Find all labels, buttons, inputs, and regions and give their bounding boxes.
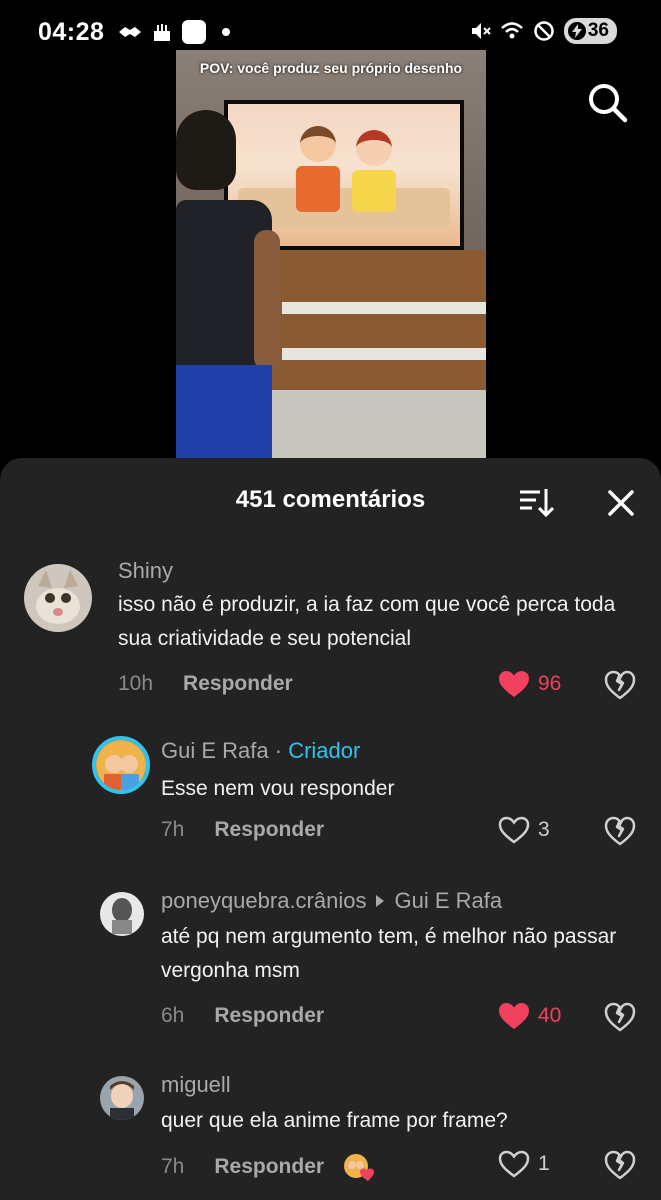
dislike-button[interactable]	[604, 1002, 636, 1032]
comment-username[interactable]: miguell	[161, 1072, 231, 1098]
sort-button[interactable]	[518, 486, 555, 518]
like-count: 40	[538, 1004, 562, 1027]
reply-arrow-icon	[376, 895, 385, 908]
comment-item: Gui E Rafa · Criador Esse nem vou respon…	[0, 722, 661, 852]
video-caption: POV: você produz seu próprio desenho	[199, 60, 463, 76]
like-button[interactable]: 3	[498, 816, 550, 844]
like-count: 3	[538, 818, 550, 841]
comment-username[interactable]: Gui E Rafa	[161, 738, 269, 763]
comment-text: até pq nem argumento tem, é melhor não p…	[161, 925, 617, 982]
avatar[interactable]	[24, 564, 92, 632]
status-time: 04:28	[38, 17, 105, 46]
comment-text: quer que ela anime frame por frame?	[161, 1109, 508, 1132]
tv-cabinet	[272, 250, 486, 400]
heart-outline-icon	[498, 816, 530, 844]
comment-item: poneyquebra.crânios Gui E Rafa até pq nem…	[0, 870, 661, 1040]
dislike-button[interactable]	[604, 816, 636, 846]
like-button[interactable]: 96	[498, 670, 561, 698]
avatar[interactable]	[92, 736, 150, 794]
system-icons: 36	[468, 18, 617, 44]
dislike-button[interactable]	[604, 1150, 636, 1180]
comment-time: 7h	[161, 818, 185, 841]
comment-username[interactable]: poneyquebra.crânios	[161, 888, 366, 913]
heart-filled-icon	[499, 1003, 529, 1029]
sort-icon	[520, 489, 555, 518]
like-count: 96	[538, 672, 562, 695]
handshake-icon	[118, 20, 142, 44]
comment-time: 6h	[161, 1004, 185, 1027]
child-figure	[176, 110, 286, 460]
mute-icon	[468, 19, 492, 43]
comment-meta: 10h Responder	[118, 672, 293, 696]
comment-item: Shiny isso não é produzir, a ia faz com …	[0, 542, 661, 712]
comment-meta: 7h Responder	[161, 818, 324, 842]
comment-item: miguell quer que ela anime frame por fra…	[0, 1054, 661, 1200]
reply-button[interactable]: Responder	[214, 1004, 324, 1028]
dot-icon	[214, 20, 238, 44]
reply-button[interactable]: Responder	[214, 1155, 324, 1179]
wifi-icon	[500, 19, 524, 43]
comment-time: 10h	[118, 672, 154, 695]
dislike-button[interactable]	[604, 670, 636, 700]
separator-dot: ·	[274, 738, 283, 763]
broken-heart-icon	[604, 1150, 636, 1180]
comment-username[interactable]: Shiny	[118, 558, 173, 584]
dnd-icon	[532, 19, 556, 43]
avatar[interactable]	[100, 1076, 144, 1120]
like-count: 1	[538, 1152, 550, 1175]
battery-level: 36	[587, 20, 609, 41]
reply-to-username[interactable]: Gui E Rafa	[394, 888, 502, 913]
creator-liked-icon	[342, 1152, 376, 1182]
app-icon	[182, 20, 207, 44]
comment-username-line: Gui E Rafa · Criador	[161, 738, 360, 764]
broken-heart-icon	[604, 670, 636, 700]
comment-text: isso não é produzir, a ia faz com que vo…	[118, 593, 616, 650]
broken-heart-icon	[604, 1002, 636, 1032]
reply-button[interactable]: Responder	[214, 818, 324, 842]
heart-filled-icon	[499, 671, 529, 697]
comment-text: Esse nem vou responder	[161, 777, 395, 800]
broken-heart-icon	[604, 816, 636, 846]
comment-time: 7h	[161, 1155, 185, 1178]
like-button[interactable]: 40	[498, 1002, 561, 1030]
comment-meta: 7h Responder	[161, 1152, 376, 1182]
notification-icons	[118, 20, 238, 44]
video-player[interactable]: POV: você produz seu próprio desenho	[176, 50, 486, 460]
search-button[interactable]	[585, 80, 631, 126]
close-icon	[608, 490, 634, 516]
battery-icon: 36	[563, 18, 617, 44]
comment-username-line: poneyquebra.crânios Gui E Rafa	[161, 888, 502, 914]
comment-meta: 6h Responder	[161, 1004, 324, 1028]
avatar[interactable]	[100, 892, 144, 936]
reply-button[interactable]: Responder	[183, 672, 293, 696]
creator-badge: Criador	[288, 738, 361, 763]
cake-icon	[150, 20, 174, 44]
comments-sheet: 451 comentários Shiny isso não é produzi…	[0, 458, 661, 1200]
comments-count-title: 451 comentários	[235, 486, 426, 513]
like-button[interactable]: 1	[498, 1150, 550, 1178]
comments-header: 451 comentários	[0, 458, 661, 542]
search-icon	[589, 84, 628, 123]
close-button[interactable]	[604, 486, 638, 520]
heart-outline-icon	[498, 1150, 530, 1178]
